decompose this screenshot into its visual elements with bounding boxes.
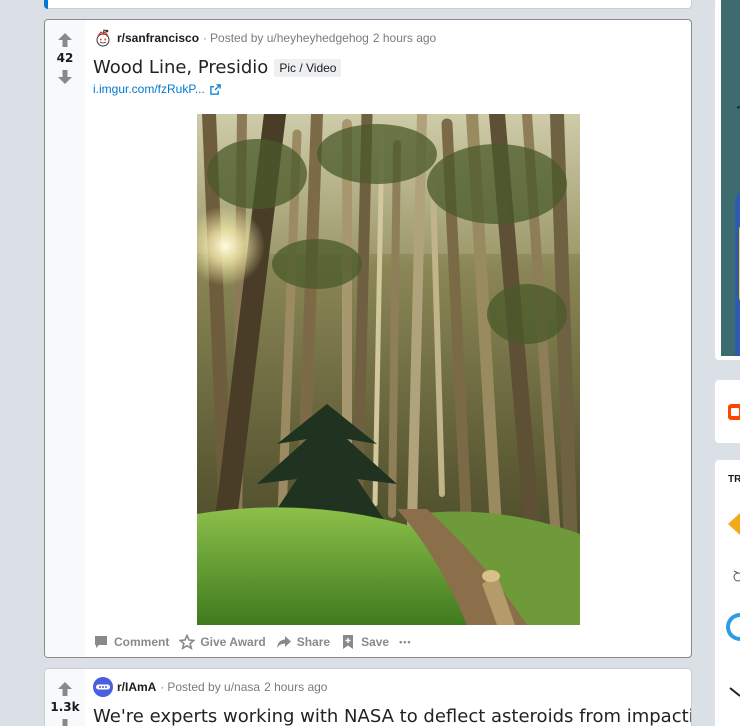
post-card[interactable]: 1.3k r/IAmA · Posted by u/nasa 2 hours a…	[44, 668, 692, 726]
sidebar-banner-card[interactable]	[715, 0, 740, 360]
subreddit-avatar[interactable]	[93, 28, 113, 48]
post-card[interactable]: 42 r/sanfrancisco · Posted by u/heyheyhe…	[44, 19, 692, 658]
sanfrancisco-snoo-icon	[96, 29, 110, 47]
upvote-arrow-icon	[58, 33, 72, 47]
sidebar-banner-art	[721, 0, 740, 356]
post-title[interactable]: We're experts working with NASA to defle…	[93, 706, 691, 726]
upvote-button[interactable]	[53, 30, 77, 50]
post-meta: r/IAmA · Posted by u/nasa 2 hours ago	[93, 677, 683, 697]
save-label: Save	[361, 635, 390, 649]
comment-label: Comment	[114, 635, 170, 649]
post-title[interactable]: Wood Line, Presidio	[93, 57, 268, 78]
forest-photo	[197, 114, 580, 625]
comment-icon	[95, 636, 107, 648]
community-icon-mascot[interactable]	[730, 567, 740, 587]
community-icon-warning[interactable]	[728, 513, 740, 535]
post-flair[interactable]: Pic / Video	[274, 58, 342, 77]
post-time[interactable]: 2 hours ago	[373, 31, 436, 45]
posted-by-label[interactable]: Posted by u/nasa	[167, 680, 260, 694]
share-icon	[276, 636, 291, 648]
banner-illustration	[721, 0, 740, 356]
share-label: Share	[296, 635, 331, 649]
subreddit-avatar[interactable]	[93, 677, 113, 697]
bookmark-icon	[343, 635, 354, 649]
vote-column: 42	[45, 20, 85, 657]
community-icon-dark[interactable]	[728, 684, 740, 698]
iama-icon	[96, 684, 110, 690]
meta-separator: ·	[203, 31, 208, 45]
post-actions: Comment Give Award Share Save •••	[93, 630, 422, 654]
trending-label: TR	[728, 474, 740, 485]
sidebar-card[interactable]	[715, 380, 740, 443]
previous-post-card-edge	[44, 0, 692, 9]
downvote-button[interactable]	[53, 67, 77, 87]
upvote-arrow-icon	[58, 682, 72, 696]
more-options-icon: •••	[399, 637, 412, 647]
community-icon-blue[interactable]	[726, 612, 740, 642]
share-button[interactable]: Share	[276, 630, 330, 654]
give-award-button[interactable]: Give Award	[179, 630, 266, 654]
subreddit-link[interactable]: r/sanfrancisco	[117, 31, 199, 45]
meta-separator: ·	[160, 680, 165, 694]
downvote-arrow-icon	[58, 719, 72, 726]
subreddit-link[interactable]: r/IAmA	[117, 680, 156, 694]
downvote-button[interactable]	[53, 716, 77, 726]
award-icon	[179, 634, 196, 650]
post-time[interactable]: 2 hours ago	[264, 680, 327, 694]
downvote-arrow-icon	[58, 70, 72, 84]
posted-by-label[interactable]: Posted by u/heyheyhedgehog	[210, 31, 369, 45]
more-options-button[interactable]: •••	[399, 630, 411, 654]
reddit-premium-icon	[728, 404, 740, 420]
comment-button[interactable]: Comment	[93, 630, 169, 654]
external-link-icon[interactable]	[210, 83, 221, 95]
give-award-label: Give Award	[200, 635, 266, 649]
save-button[interactable]: Save	[340, 630, 389, 654]
vote-column: 1.3k	[45, 669, 85, 726]
trending-communities-card: TR	[715, 460, 740, 726]
post-image[interactable]	[197, 114, 580, 625]
upvote-button[interactable]	[53, 679, 77, 699]
post-meta: r/sanfrancisco · Posted by u/heyheyhedge…	[93, 29, 683, 47]
post-score: 42	[56, 51, 74, 65]
post-score: 1.3k	[50, 700, 80, 714]
external-link[interactable]: i.imgur.com/fzRukP...	[93, 82, 205, 96]
